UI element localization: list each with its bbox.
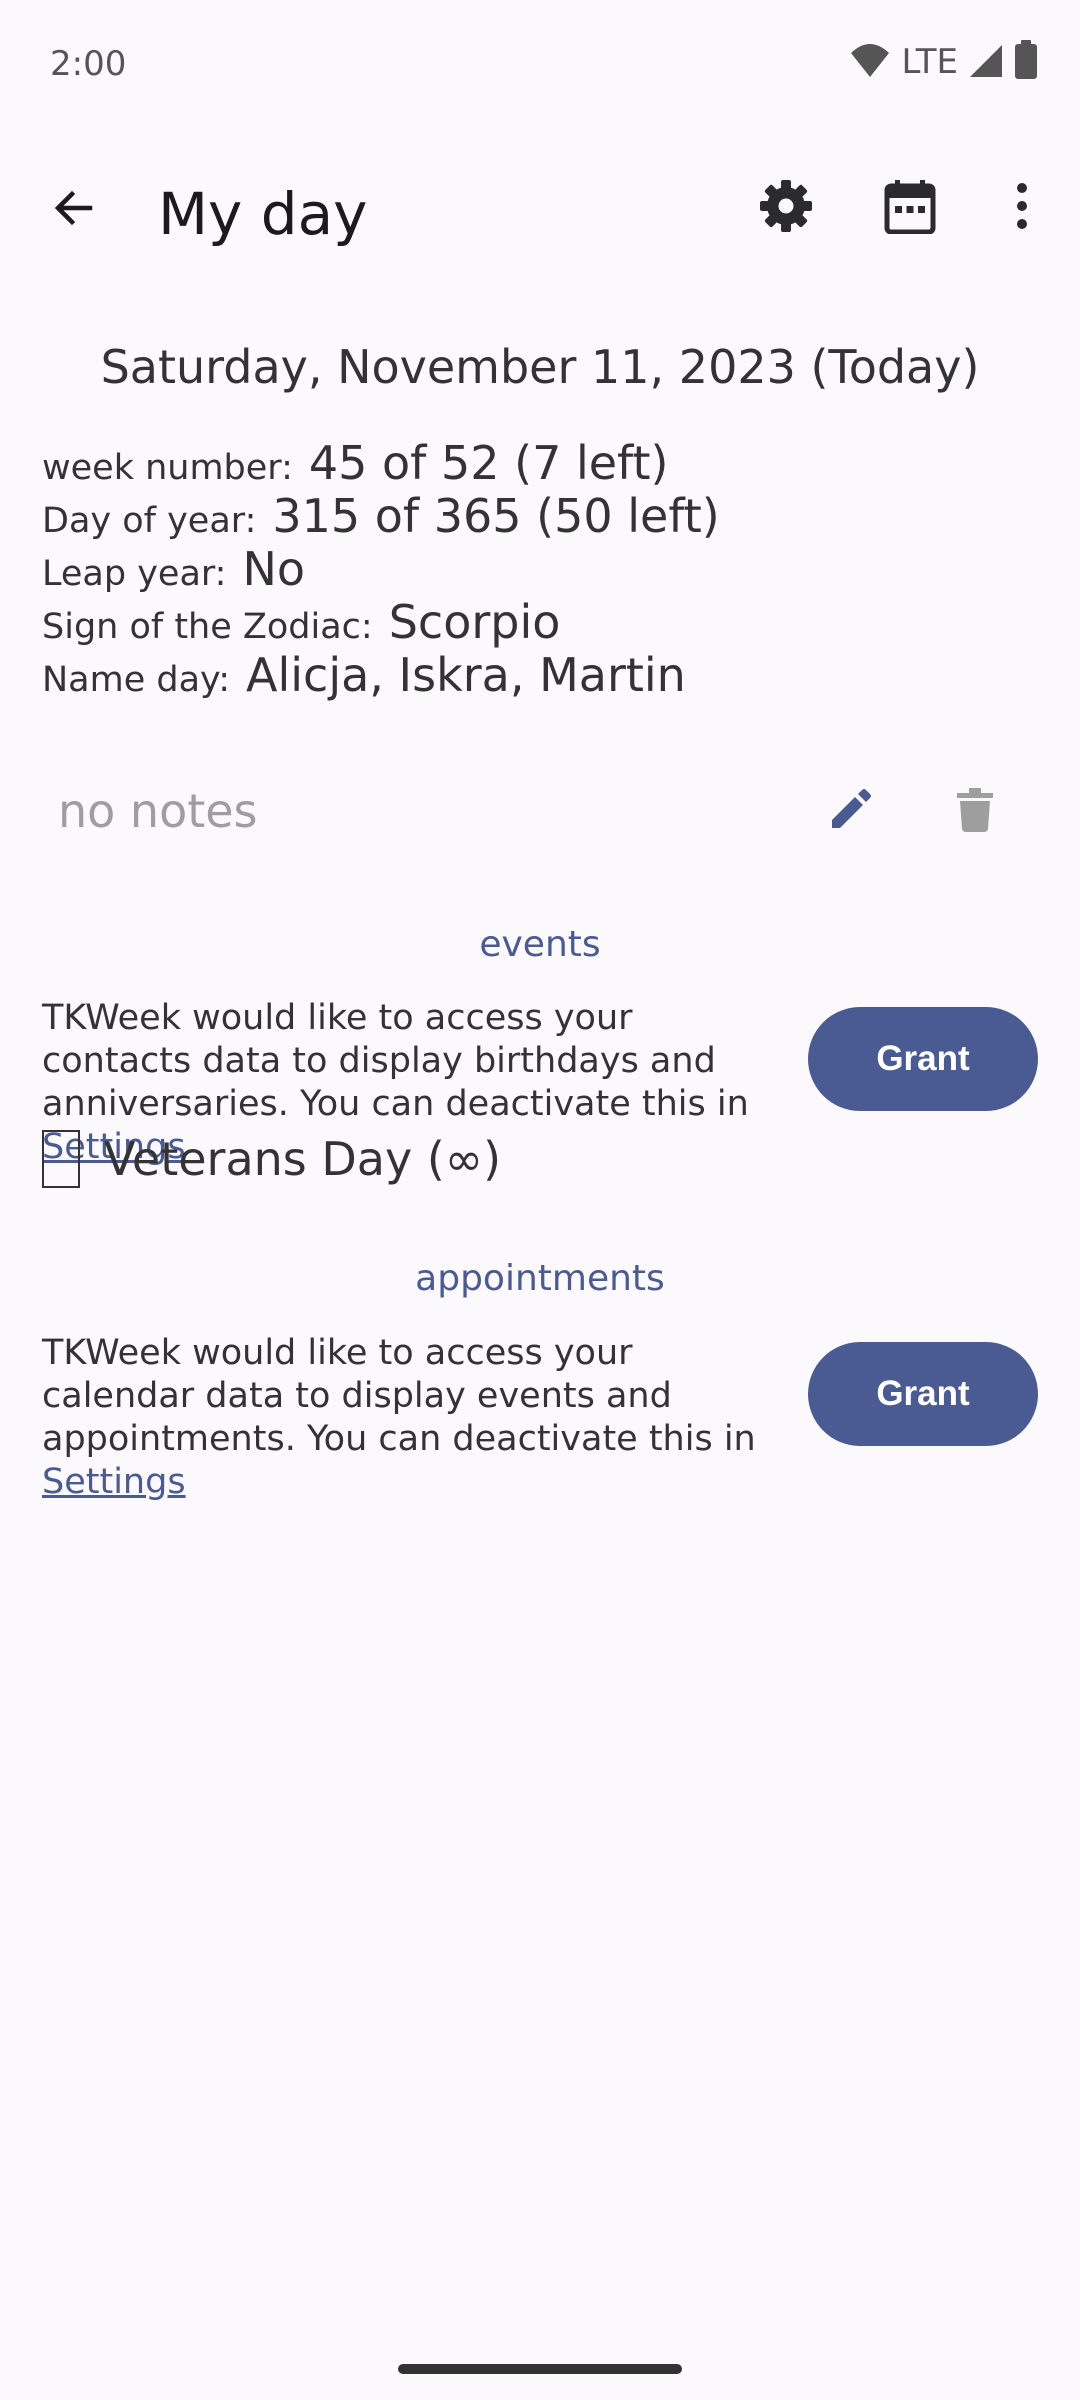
info-label: Day of year:	[42, 501, 257, 541]
calendar-permission-message: TKWeek would like to access your calenda…	[42, 1333, 756, 1459]
signal-icon	[968, 41, 1004, 84]
calendar-permission-row: TKWeek would like to access your calenda…	[42, 1332, 1042, 1504]
status-bar: 2:00 LTE	[0, 0, 1080, 128]
events-header: events	[479, 924, 601, 965]
info-row-zodiac: Sign of the Zodiac: Scorpio	[42, 595, 1042, 649]
info-label: Sign of the Zodiac:	[42, 607, 373, 647]
info-value: 315 of 365 (50 left)	[272, 489, 720, 543]
info-row-leap-year: Leap year: No	[42, 542, 1042, 596]
network-type: LTE	[901, 42, 958, 82]
wifi-icon	[849, 41, 891, 84]
appointments-header: appointments	[415, 1258, 665, 1299]
status-icons: LTE	[849, 39, 1038, 85]
info-value: Alicja, Iskra, Martin	[246, 648, 686, 702]
pencil-icon	[828, 788, 872, 837]
day-info: week number: 45 of 52 (7 left) Day of ye…	[42, 436, 1042, 702]
calendar-icon	[884, 178, 936, 239]
trash-icon	[957, 787, 993, 837]
contacts-permission-message: TKWeek would like to access your contact…	[42, 998, 749, 1124]
gear-icon	[758, 178, 814, 239]
delete-notes-button[interactable]	[927, 764, 1023, 860]
info-row-day-of-year: Day of year: 315 of 365 (50 left)	[42, 489, 1042, 543]
calendar-button[interactable]	[862, 160, 958, 256]
info-label: Name day:	[42, 660, 231, 700]
info-value: 45 of 52 (7 left)	[308, 436, 669, 490]
info-value: Scorpio	[388, 595, 561, 649]
notes-row: no notes	[0, 770, 1080, 854]
date-heading: Saturday, November 11, 2023 (Today)	[100, 340, 980, 394]
grant-calendar-button[interactable]: Grant	[808, 1342, 1038, 1446]
grant-contacts-button[interactable]: Grant	[808, 1007, 1038, 1111]
event-checkbox[interactable]	[42, 1130, 80, 1188]
info-row-week-number: week number: 45 of 52 (7 left)	[42, 436, 1042, 490]
back-arrow-icon	[50, 184, 98, 237]
back-button[interactable]	[26, 162, 122, 258]
notes-text[interactable]: no notes	[58, 784, 258, 838]
event-label: Veterans Day (∞)	[104, 1132, 502, 1186]
page-title: My day	[158, 180, 368, 248]
info-label: Leap year:	[42, 554, 227, 594]
settings-button[interactable]	[738, 160, 834, 256]
info-label: week number:	[42, 448, 293, 488]
info-value: No	[242, 542, 306, 596]
battery-icon	[1014, 39, 1038, 85]
app-bar: My day	[0, 150, 1080, 270]
edit-notes-button[interactable]	[802, 764, 898, 860]
gesture-navigation-bar[interactable]	[398, 2364, 682, 2374]
settings-link[interactable]: Settings	[42, 1462, 186, 1502]
status-time: 2:00	[50, 44, 127, 84]
more-options-button[interactable]	[974, 160, 1070, 256]
info-row-name-day: Name day: Alicja, Iskra, Martin	[42, 648, 1042, 702]
event-item: Veterans Day (∞)	[42, 1128, 501, 1190]
calendar-permission-text: TKWeek would like to access your calenda…	[42, 1332, 782, 1504]
more-vert-icon	[1016, 182, 1028, 235]
